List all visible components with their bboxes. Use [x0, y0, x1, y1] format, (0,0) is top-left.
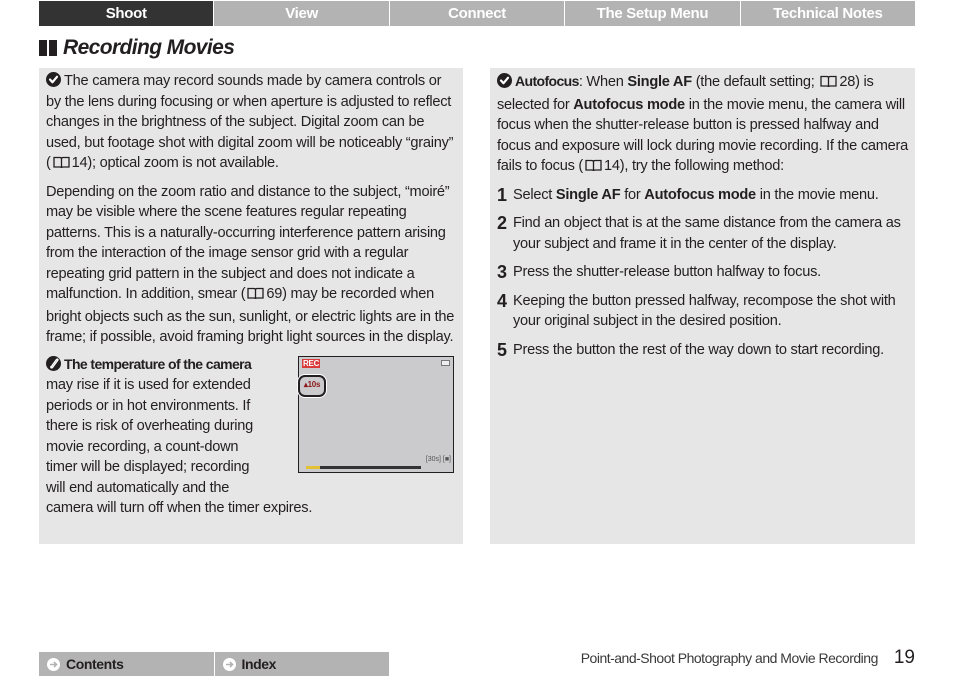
step-number: 1 — [497, 184, 507, 205]
contents-button[interactable]: Contents — [39, 652, 215, 676]
camera-monitor-illustration: REC ▴10s [30s] [■] — [298, 355, 454, 473]
page-ref[interactable]: 28 — [839, 74, 855, 90]
page-ref[interactable]: 14 — [72, 155, 88, 171]
section-marker-icon — [39, 40, 57, 56]
step-list: 1 Select Single AF for Autofocus mode in… — [497, 185, 909, 361]
book-reference-icon — [585, 158, 602, 179]
check-circle-icon — [497, 73, 512, 88]
tab-technical-notes[interactable]: Technical Notes — [740, 1, 916, 26]
movie-info: [30s] [■] — [425, 456, 451, 463]
step-item: 4 Keeping the button pressed halfway, re… — [497, 291, 909, 332]
autofocus-panel: Autofocus: When Single AF (the default s… — [490, 68, 915, 544]
book-reference-icon — [52, 155, 70, 176]
check-circle-icon — [46, 72, 61, 87]
step-number: 4 — [497, 290, 507, 311]
step-item: 3 Press the shutter-release button halfw… — [497, 262, 821, 282]
autofocus-heading: Autofocus — [515, 73, 579, 89]
temperature-note-last-line: camera will turn off when the timer expi… — [46, 500, 313, 516]
book-reference-icon — [820, 74, 838, 95]
arrow-right-circle-icon — [47, 657, 60, 671]
section-name: Point-and-Shoot Photography and Movie Re… — [580, 650, 879, 666]
tab-view[interactable]: View — [214, 1, 390, 26]
step-item: 1 Select Single AF for Autofocus mode in… — [497, 184, 879, 205]
pencil-note-icon — [46, 355, 61, 371]
temperature-note-heading: The temperature of the camera — [64, 355, 252, 372]
step-number: 3 — [497, 262, 507, 282]
battery-icon — [441, 359, 450, 366]
book-reference-icon — [247, 286, 265, 307]
countdown-timer: ▴10s — [298, 374, 326, 397]
page-title: Recording Movies — [63, 36, 235, 59]
page-title-row: Recording Movies — [39, 34, 235, 62]
note-sounds: The camera may record sounds made by cam… — [46, 71, 457, 176]
rec-indicator: REC — [302, 358, 321, 368]
temperature-note-text: The temperature of the camera may rise i… — [46, 355, 254, 496]
tab-connect[interactable]: Connect — [389, 1, 566, 26]
tab-shoot[interactable]: Shoot — [39, 1, 215, 26]
top-nav: Shoot View Connect The Setup Menu Techni… — [39, 1, 916, 26]
footer-nav: Contents Index — [39, 652, 389, 676]
tab-setup-menu[interactable]: The Setup Menu — [565, 1, 741, 26]
page-ref[interactable]: 14 — [604, 158, 620, 174]
note-moire: Depending on the zoom ratio and distance… — [46, 183, 455, 346]
step-item: 2 Find an object that is at the same dis… — [497, 213, 909, 254]
step-number: 2 — [497, 213, 507, 233]
temperature-note: REC ▴10s [30s] [■] The temperature of th… — [46, 354, 457, 519]
arrow-right-circle-icon — [222, 657, 236, 671]
index-button[interactable]: Index — [214, 652, 389, 676]
autofocus-intro: Autofocus: When Single AF (the default s… — [497, 71, 909, 179]
step-number: 5 — [497, 339, 507, 360]
step-item: 5 Press the button the rest of the way d… — [497, 339, 884, 360]
recording-progress-fill — [306, 465, 320, 469]
page-ref[interactable]: 69 — [266, 286, 282, 302]
footer-info: Point-and-Shoot Photography and Movie Re… — [581, 647, 915, 669]
page-number: 19 — [893, 647, 915, 668]
recording-progress-bar — [306, 465, 421, 469]
notes-panel-left: The camera may record sounds made by cam… — [39, 68, 463, 544]
